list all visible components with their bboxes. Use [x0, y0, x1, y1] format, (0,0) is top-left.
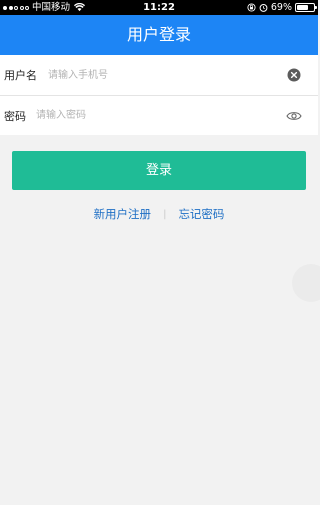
password-input[interactable]	[36, 100, 318, 131]
login-button[interactable]: 登录	[12, 151, 306, 190]
rotation-lock-icon	[247, 3, 256, 12]
battery-icon	[295, 3, 317, 12]
username-input[interactable]	[48, 60, 318, 90]
battery-percentage: 69%	[270, 2, 292, 13]
password-row: 密码	[0, 95, 318, 135]
header-bar: 用户登录	[0, 15, 318, 55]
register-link[interactable]: 新用户注册	[94, 206, 152, 222]
status-bar: 中国移动 11:22 69%	[0, 0, 318, 15]
alarm-icon	[259, 4, 268, 12]
floating-assistive-button[interactable]	[292, 264, 320, 302]
status-right: 69%	[247, 0, 317, 15]
password-label: 密码	[4, 109, 26, 123]
eye-icon[interactable]	[286, 109, 302, 123]
login-form: 用户名 密码	[0, 55, 318, 135]
forgot-password-link[interactable]: 忘记密码	[178, 206, 224, 222]
username-row: 用户名	[0, 55, 318, 95]
auth-links: 新用户注册 | 忘记密码	[0, 206, 318, 222]
link-separator: |	[163, 208, 167, 220]
page-title: 用户登录	[126, 25, 191, 44]
username-label: 用户名	[4, 69, 37, 82]
clear-icon[interactable]	[287, 68, 301, 82]
